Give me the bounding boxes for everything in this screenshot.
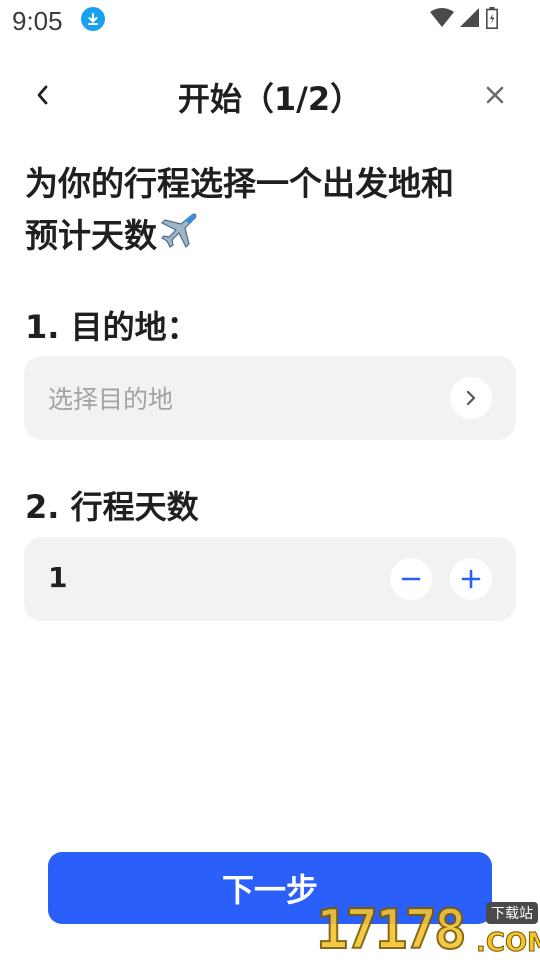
header: 开始（1/2）	[0, 64, 540, 128]
destination-placeholder: 选择目的地	[48, 385, 174, 414]
screen: 9:05 开始（1/2） 为你的行程选择一个出发地和 预计天数 1. 目的地： …	[0, 0, 540, 960]
chevron-right-icon	[466, 390, 476, 406]
days-stepper: 1	[24, 537, 516, 621]
status-time: 9:05	[12, 6, 63, 36]
download-badge-icon	[81, 7, 105, 31]
watermark-suffix: .COM	[476, 928, 540, 959]
page-title: 开始（1/2）	[177, 80, 363, 118]
battery-icon	[486, 7, 498, 33]
decrement-button[interactable]	[390, 558, 432, 600]
close-button[interactable]	[480, 80, 510, 110]
headline-line-1: 为你的行程选择一个出发地和	[25, 164, 454, 203]
headline: 为你的行程选择一个出发地和 预计天数	[25, 158, 515, 265]
destination-label: 1. 目的地：	[25, 308, 199, 346]
headline-line-2-text: 预计天数	[25, 216, 157, 255]
watermark-tag: 下载站	[486, 902, 538, 924]
status-icons	[430, 7, 498, 33]
wifi-icon	[430, 8, 454, 32]
watermark-logo: 17178 .COM 下载站	[315, 898, 540, 960]
airplane-icon	[159, 210, 199, 265]
days-value: 1	[48, 561, 68, 594]
increment-button[interactable]	[450, 558, 492, 600]
plus-icon	[461, 569, 481, 589]
destination-open-button[interactable]	[450, 377, 492, 419]
signal-icon	[460, 8, 480, 32]
headline-line-2: 预计天数	[25, 210, 515, 265]
close-icon	[486, 86, 504, 104]
days-label: 2. 行程天数	[25, 488, 199, 526]
watermark-digits: 17178	[315, 898, 468, 960]
minus-icon	[401, 577, 421, 581]
status-bar: 9:05	[0, 0, 540, 44]
destination-selector[interactable]: 选择目的地	[24, 356, 516, 440]
